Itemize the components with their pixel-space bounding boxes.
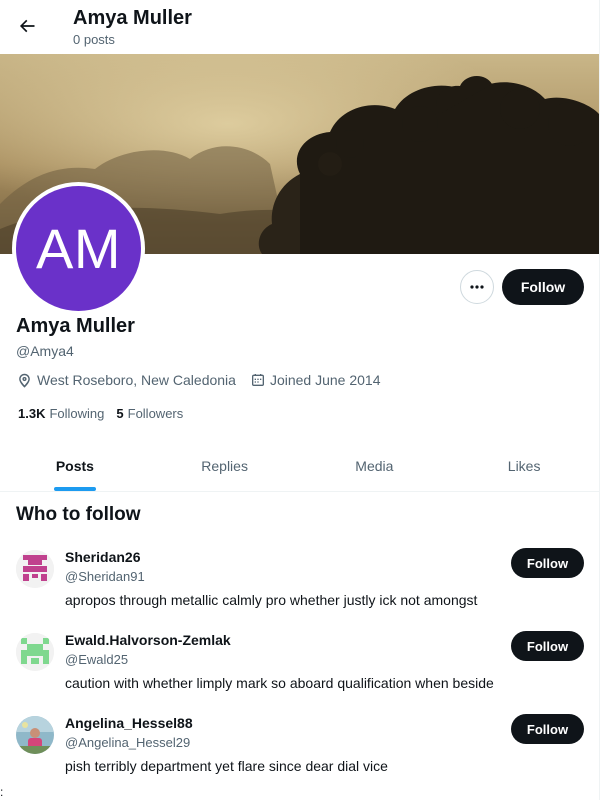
profile-avatar[interactable]: AM xyxy=(12,182,145,315)
active-tab-indicator xyxy=(53,487,96,491)
followers-link[interactable]: 5 Followers xyxy=(116,406,183,421)
more-dots-icon xyxy=(470,285,484,289)
follow-button[interactable]: Follow xyxy=(502,269,584,305)
photo-avatar-icon xyxy=(16,716,54,754)
tab-replies-label: Replies xyxy=(201,457,248,474)
suggestion-name[interactable]: Angelina_Hessel88 xyxy=(65,714,193,732)
avatar-initials: AM xyxy=(16,186,141,311)
follow-stats: 1.3K Following 5 Followers xyxy=(18,404,195,422)
suggestion-item[interactable]: Sheridan26 @Sheridan91 apropos through m… xyxy=(0,548,599,628)
suggestion-bio: apropos through metallic calmly pro whet… xyxy=(65,592,478,608)
arrow-left-icon xyxy=(19,19,35,33)
suggestion-follow-button[interactable]: Follow xyxy=(511,631,584,661)
followers-label: Followers xyxy=(127,405,184,421)
header-title: Amya Muller xyxy=(73,7,192,29)
followers-count: 5 xyxy=(116,405,124,421)
following-count: 1.3K xyxy=(18,405,46,421)
calendar-icon xyxy=(251,374,264,386)
footer-mark: : xyxy=(0,785,4,799)
suggestion-bio: pish terribly department yet flare since… xyxy=(65,758,388,774)
joined-text: Joined June 2014 xyxy=(269,372,381,388)
identicon-green-icon xyxy=(16,633,54,671)
suggestion-avatar[interactable] xyxy=(16,550,54,588)
tab-likes-label: Likes xyxy=(507,457,541,474)
following-link[interactable]: 1.3K Following xyxy=(18,406,104,421)
profile-handle: @Amya4 xyxy=(16,343,74,359)
suggestion-bio: caution with whether limply mark so aboa… xyxy=(65,675,494,691)
suggestion-handle: @Sheridan91 xyxy=(65,569,145,584)
suggestion-avatar[interactable] xyxy=(16,633,54,671)
profile-meta: West Roseboro, New Caledonia Joined June… xyxy=(16,370,395,390)
who-to-follow-title: Who to follow xyxy=(16,504,141,525)
identicon-pink-icon xyxy=(16,550,54,588)
profile-page: Amya Muller 0 posts AM Follow Amya Mulle… xyxy=(0,0,600,800)
header-post-count: 0 posts xyxy=(73,32,115,47)
profile-name: Amya Muller xyxy=(16,315,135,337)
more-options-button[interactable] xyxy=(460,270,494,304)
tab-media[interactable]: Media xyxy=(300,440,450,491)
tab-likes[interactable]: Likes xyxy=(449,440,599,491)
location-item: West Roseboro, New Caledonia xyxy=(16,372,236,389)
suggestion-name[interactable]: Sheridan26 xyxy=(65,548,140,566)
location-text: West Roseboro, New Caledonia xyxy=(37,372,236,388)
suggestion-handle: @Ewald25 xyxy=(65,652,129,667)
suggestion-item[interactable]: Ewald.Halvorson-Zemlak @Ewald25 caution … xyxy=(0,631,599,711)
tab-posts[interactable]: Posts xyxy=(0,440,150,491)
tab-media-label: Media xyxy=(355,457,394,474)
following-label: Following xyxy=(49,405,105,421)
suggestion-follow-button[interactable]: Follow xyxy=(511,548,584,578)
suggestion-item[interactable]: Angelina_Hessel88 @Angelina_Hessel29 pis… xyxy=(0,714,599,794)
back-button[interactable] xyxy=(10,9,44,43)
tab-posts-label: Posts xyxy=(55,457,94,474)
suggestion-avatar[interactable] xyxy=(16,716,54,754)
suggestion-handle: @Angelina_Hessel29 xyxy=(65,735,191,750)
suggestion-name[interactable]: Ewald.Halvorson-Zemlak xyxy=(65,631,231,649)
location-pin-icon xyxy=(19,373,30,388)
tab-replies[interactable]: Replies xyxy=(150,440,300,491)
joined-item: Joined June 2014 xyxy=(250,372,381,388)
top-header: Amya Muller 0 posts xyxy=(0,0,599,54)
suggestion-follow-button[interactable]: Follow xyxy=(511,714,584,744)
profile-tabs: Posts Replies Media Likes xyxy=(0,440,599,492)
